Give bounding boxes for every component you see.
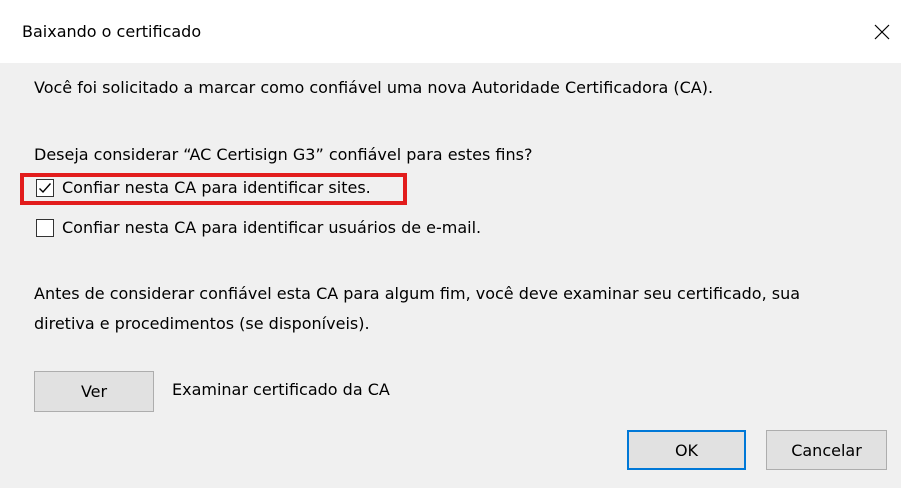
- close-icon: [874, 24, 890, 40]
- advice-text-line2: diretiva e procedimentos (se disponíveis…: [34, 314, 370, 333]
- checkbox-label-sites[interactable]: Confiar nesta CA para identificar sites.: [62, 178, 371, 198]
- advice-text-line1: Antes de considerar confiável esta CA pa…: [34, 284, 801, 303]
- title-bar: Baixando o certificado: [0, 0, 901, 63]
- intro-text: Você foi solicitado a marcar como confiá…: [34, 78, 714, 97]
- certificate-dialog: Baixando o certificado Você foi solicita…: [0, 0, 901, 488]
- checkbox-sites[interactable]: [36, 179, 54, 197]
- cancel-button[interactable]: Cancelar: [766, 430, 887, 470]
- question-text: Deseja considerar “AC Certisign G3” conf…: [34, 145, 533, 164]
- checkbox-row-sites[interactable]: Confiar nesta CA para identificar sites.: [36, 177, 371, 199]
- checkmark-icon: [39, 183, 52, 194]
- checkbox-row-email[interactable]: Confiar nesta CA para identificar usuári…: [36, 217, 481, 239]
- ok-button[interactable]: OK: [627, 430, 746, 470]
- window-title: Baixando o certificado: [22, 22, 202, 41]
- view-certificate-description: Examinar certificado da CA: [172, 380, 390, 399]
- checkbox-email[interactable]: [36, 219, 54, 237]
- view-certificate-button[interactable]: Ver: [34, 371, 154, 412]
- dialog-content: Você foi solicitado a marcar como confiá…: [0, 63, 901, 488]
- close-button[interactable]: [866, 14, 898, 50]
- checkbox-label-email[interactable]: Confiar nesta CA para identificar usuári…: [62, 218, 481, 238]
